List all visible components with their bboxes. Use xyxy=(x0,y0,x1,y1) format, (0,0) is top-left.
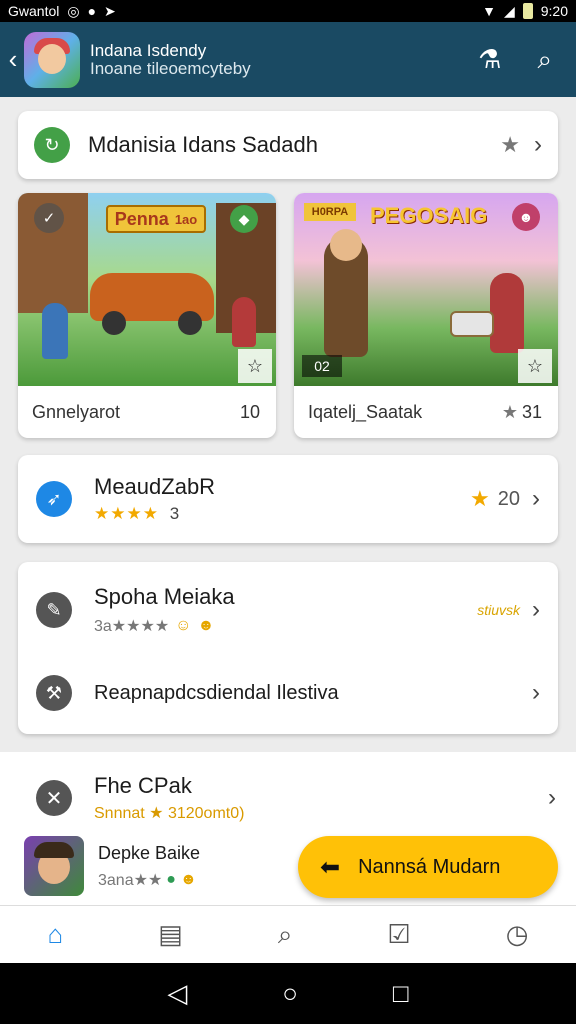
star-icon: ★ xyxy=(501,401,518,422)
status-bar: Gwantol ◎ ● ➤ ▼ ◢ 9:20 xyxy=(0,0,576,22)
tile-caption: Gnnelyarot xyxy=(32,401,121,422)
chevron-right-icon: › xyxy=(534,131,542,158)
mini-player[interactable]: Depke Baike 3ana★★ ● ☻ xyxy=(24,834,284,898)
tile-banner: PEGOSAIG xyxy=(370,203,488,228)
chevron-right-icon: › xyxy=(532,485,540,512)
search-icon[interactable]: ⌕ xyxy=(537,44,552,76)
send-icon: ➤ xyxy=(104,2,116,19)
star-icon: ★ xyxy=(470,486,490,511)
list-card[interactable]: ➶ MeaudZabR ★★★★ 3 ★ 20 › xyxy=(18,455,558,543)
mini-title: Depke Baike xyxy=(98,842,201,863)
chevron-right-icon: › xyxy=(532,596,540,623)
tag-icon[interactable]: ◆ xyxy=(230,205,258,233)
cta-label: Nannsá Mudarn xyxy=(358,855,501,878)
card-value: 20 xyxy=(497,487,520,510)
rating-count: 3 xyxy=(169,504,180,523)
share-icon[interactable]: ☆ xyxy=(238,349,272,383)
cta-button[interactable]: ⬅ Nannsá Mudarn xyxy=(298,836,558,898)
compass-icon[interactable]: ◷ xyxy=(506,919,529,950)
flask-icon[interactable]: ⚗ xyxy=(478,44,501,76)
globe-icon: ● xyxy=(166,870,176,888)
featured-search-label: Mdanisia Idans Sadadh xyxy=(88,132,318,157)
tile-badge: H0RPA xyxy=(304,203,356,221)
wifi-icon: ▼ xyxy=(482,3,496,19)
navigation-icon: ➶ xyxy=(36,481,72,517)
rating-stars: ★★★★ xyxy=(94,504,159,523)
app-title: Indana Isdendy xyxy=(90,40,207,60)
emoji-icon: ☻ xyxy=(197,617,215,634)
home-icon[interactable]: ⌂ xyxy=(48,919,64,950)
item-title: Fhe CPak xyxy=(94,773,192,798)
chevron-right-icon: › xyxy=(548,784,556,811)
recents-icon[interactable]: □ xyxy=(393,978,409,1009)
search-icon[interactable]: ⌕ xyxy=(278,919,293,951)
mini-subtitle: 3ana★★ xyxy=(98,871,163,889)
home-circle-icon[interactable]: ○ xyxy=(282,978,298,1009)
system-navigation: ◁ ○ □ xyxy=(0,963,576,1024)
battery-icon xyxy=(522,3,533,19)
library-icon[interactable]: ▤ xyxy=(158,919,183,950)
edit-icon: ✎ xyxy=(36,592,72,628)
share-icon[interactable]: ☆ xyxy=(518,349,552,383)
chevron-right-icon: › xyxy=(532,679,540,706)
bottom-navigation: ⌂ ▤ ⌕ ☑ ◷ xyxy=(0,905,576,963)
tile-banner-extra: 1ao xyxy=(174,211,198,227)
tile-overlay-number: 02 xyxy=(302,355,342,377)
app-subtitle: Inoane tileoemcyteby xyxy=(90,58,251,78)
game-tile[interactable]: PEGOSAIG H0RPA 02 ☻ ☆ Iqatelj_Saatak ★ 3… xyxy=(294,193,558,438)
item-title: Reapnapdcsdiendal Ilestiva xyxy=(94,681,339,704)
item-tag: stiuvsk xyxy=(477,602,520,618)
list-item[interactable]: ✕ Fhe CPak Snnnat ★ 3120omt0) › Depke Ba… xyxy=(0,752,576,905)
grouped-card: ✎ Spoha Meiaka 3a★★★★ ☺ ☻ stiuvsk › ⚒ Re… xyxy=(18,562,558,734)
back-icon[interactable]: ◁ xyxy=(167,978,187,1009)
arrow-left-icon[interactable]: ‹ xyxy=(4,44,22,75)
game-tile[interactable]: Penna 1ao ✓ ◆ ☆ Gnnelyarot 10 xyxy=(18,193,276,438)
tile-caption: Iqatelj_Saatak xyxy=(308,401,423,422)
item-subtitle: Snnnat ★ 3120omt0) xyxy=(94,805,245,822)
app-logo xyxy=(24,31,80,88)
close-icon: ✕ xyxy=(36,780,72,816)
star-icon[interactable]: ★ xyxy=(500,132,520,158)
check-icon[interactable]: ✓ xyxy=(34,203,64,233)
record-icon: ● xyxy=(87,3,97,19)
list-item[interactable]: ⚒ Reapnapdcsdiendal Ilestiva › xyxy=(18,662,558,724)
item-subtitle: 3a★★★★ xyxy=(94,618,170,635)
featured-search-card[interactable]: ↻ Mdanisia Idans Sadadh ★ › xyxy=(18,111,558,179)
arrow-left-icon: ⬅ xyxy=(320,853,341,881)
tile-value: 10 xyxy=(239,401,260,422)
notification-icon: ◎ xyxy=(67,2,80,19)
tile-value: 31 xyxy=(521,401,542,422)
check-box-icon[interactable]: ☑ xyxy=(387,919,410,950)
emoji-icon: ☻ xyxy=(179,870,197,888)
game-thumbnail xyxy=(24,836,84,896)
item-title: Spoha Meiaka xyxy=(94,584,235,609)
emoji-icon: ☺ xyxy=(175,617,192,634)
status-carrier: Gwantol xyxy=(8,3,60,19)
list-item[interactable]: ✎ Spoha Meiaka 3a★★★★ ☺ ☻ stiuvsk › xyxy=(18,562,558,658)
card-title: MeaudZabR xyxy=(94,474,216,499)
app-bar: ‹ Indana Isdendy Inoane tileoemcyteby ⚗ … xyxy=(0,22,576,97)
signal-icon: ◢ xyxy=(503,2,515,19)
refresh-icon: ↻ xyxy=(34,127,70,163)
tile-banner: Penna xyxy=(114,208,169,229)
status-time: 9:20 xyxy=(540,3,568,19)
avatar-icon[interactable]: ☻ xyxy=(512,203,540,231)
wrench-icon: ⚒ xyxy=(36,675,72,711)
